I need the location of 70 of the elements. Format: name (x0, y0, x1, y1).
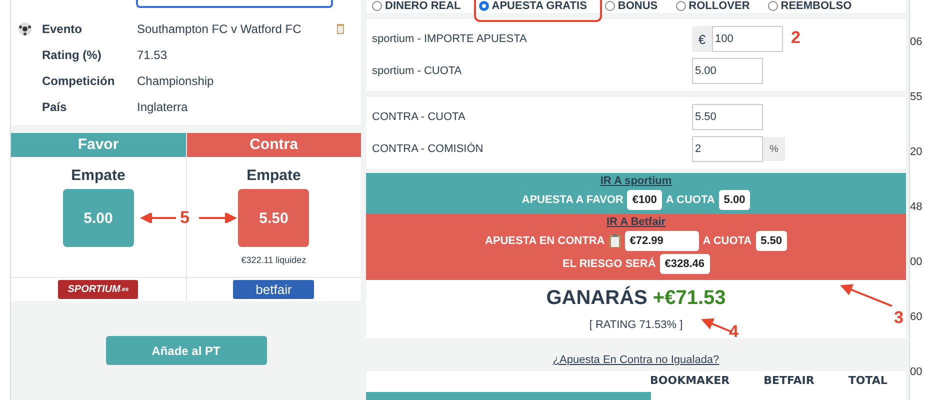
clipboard-icon (337, 24, 344, 34)
annotation-arrow (140, 213, 178, 223)
annotation-number: 2 (791, 28, 800, 48)
value-badge: 5.00 (718, 190, 750, 210)
field-label: Rating (%) (42, 48, 102, 62)
table-cell-text: 48 (910, 201, 924, 215)
clipboard-icon (608, 234, 621, 248)
currency-prefix: € (692, 26, 712, 52)
column-header: BOOKMAKER (650, 374, 730, 388)
rating-text: [ RATING 71.53% ] (589, 319, 683, 332)
radio-button[interactable] (372, 1, 382, 12)
field-label: sportium - IMPORTE APUESTA (372, 33, 528, 46)
field-label: sportium - CUOTA (372, 65, 463, 78)
bookmaker-logo[interactable]: betfair (233, 280, 314, 299)
input-field[interactable]: 5.50 (692, 104, 763, 130)
radio-label: APUESTA GRATIS (492, 0, 587, 14)
radio-button[interactable] (768, 1, 778, 12)
radio-button[interactable] (676, 1, 686, 12)
table-cell-text: 06 (910, 36, 924, 50)
value-badge: €100 (627, 190, 662, 210)
field-value: 71.53 (137, 48, 168, 62)
field-value: Championship (137, 74, 215, 88)
value-badge: 5.50 (756, 231, 788, 252)
radio-label: DINERO REAL (385, 0, 461, 14)
annotation-number: 5 (180, 208, 190, 228)
field-label: Competición (42, 74, 116, 88)
field-label: CONTRA - CUOTA (372, 111, 466, 124)
annotation-number: 4 (729, 322, 738, 342)
odds-button[interactable]: 5.50 (238, 189, 310, 247)
instruction-text: A CUOTA (666, 194, 715, 206)
profit-amount: +€71.53 (652, 287, 726, 310)
field-value: Southampton FC v Watford FC (137, 22, 302, 36)
selection-name: Empate (71, 167, 126, 184)
table-cell-text: 55 (910, 91, 924, 105)
instruction-text: A CUOTA (702, 235, 752, 248)
field-value: Inglaterra (137, 100, 189, 114)
instruction-text: EL RIESGO SERÁ (562, 258, 656, 270)
radio-button[interactable] (478, 1, 489, 12)
value-badge: €328.46 (660, 254, 710, 274)
unmatched-link[interactable]: ¿Apuesta En Contra no Igualada? (552, 354, 720, 366)
selection-name: Empate (246, 167, 301, 184)
field-label: CONTRA - COMISIÓN (372, 143, 484, 156)
column-header: BETFAIR (764, 374, 814, 388)
input-field[interactable]: 2 (692, 136, 763, 162)
input-field[interactable]: 100 (712, 26, 783, 52)
instruction-text: APUESTA EN CONTRA (484, 235, 605, 248)
value-badge: €72.99 (624, 231, 699, 252)
table-cell-text: 60 (910, 311, 924, 325)
radio-label: BONUS (618, 0, 658, 14)
annotation-arrow (838, 284, 894, 308)
column-header: TOTAL (848, 374, 888, 388)
table-cell-text: 00 (910, 256, 924, 270)
field-label: Evento (42, 22, 84, 36)
bookmaker-link[interactable]: IR A sportium (600, 175, 672, 188)
liquidity-text: €322.11 liquidez (241, 255, 306, 267)
table-cell-text: 20 (910, 146, 924, 160)
annotation-arrow (197, 213, 239, 223)
column-header: Favor (11, 133, 186, 157)
profit-label: GANARÁS (546, 287, 648, 310)
input-field[interactable]: 5.00 (692, 58, 763, 84)
column-header: Contra (186, 133, 361, 157)
soccer-ball-icon (18, 22, 32, 36)
radio-button[interactable] (604, 1, 615, 12)
percent-suffix: % (763, 137, 785, 162)
radio-label: ROLLOVER (688, 0, 750, 14)
field-label: País (42, 100, 68, 114)
table-cell-text: 00 (910, 366, 924, 380)
instruction-text: APUESTA A FAVOR (522, 194, 624, 206)
radio-label: REEMBOLSO (780, 0, 852, 14)
annotation-number: 3 (894, 308, 904, 328)
